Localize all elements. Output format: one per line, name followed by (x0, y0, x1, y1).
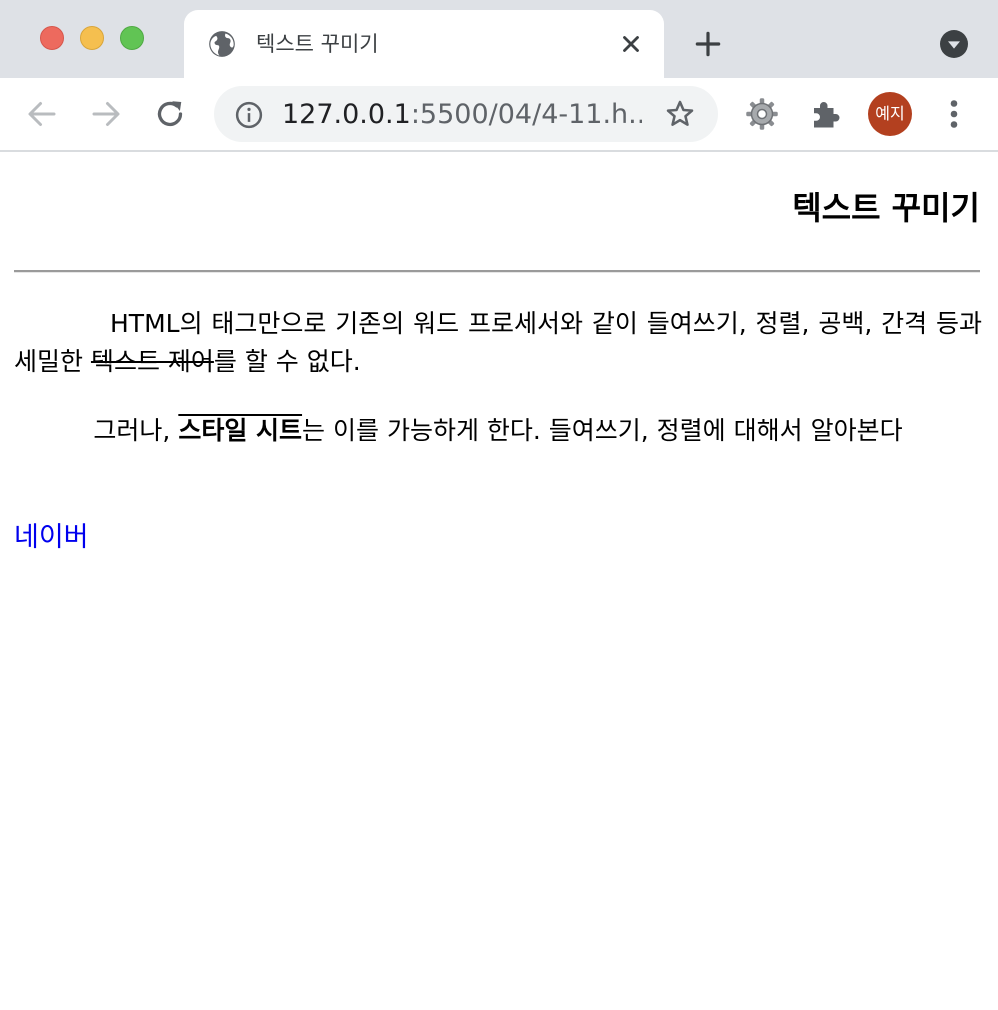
tab-title: 텍스트 꾸미기 (256, 32, 379, 56)
reload-icon[interactable] (152, 96, 188, 132)
star-icon[interactable] (664, 98, 696, 130)
strikethrough-text: 텍스트 제어 (90, 347, 214, 376)
url-path: :5500/04/4-11.h... (410, 100, 642, 130)
page-title: 텍스트 꾸미기 (792, 189, 980, 227)
paragraph-stylesheet-lead: 그러나, (93, 416, 179, 445)
info-icon[interactable] (234, 100, 264, 130)
paragraph-stylesheet-text: 는 이를 가능하게 한다. 들여쓰기, 정렬에 대해서 알아본다 (302, 416, 903, 445)
overline-text: 스타일 시트 (178, 416, 303, 445)
puzzle-icon[interactable] (808, 96, 844, 132)
profile-avatar[interactable]: 예지 (868, 92, 912, 136)
plus-icon[interactable] (692, 28, 724, 60)
tab-active[interactable]: 텍스트 꾸미기 (184, 10, 664, 78)
close-window-button[interactable] (40, 26, 64, 50)
page-content: 텍스트 꾸미기 HTML의 태그만으로 기존의 워드 프로세서와 같이 들여쓰기… (0, 152, 998, 1010)
browser-window: 텍스트 꾸미기 127.0.0.1:5500/04/4-11.h... 예지 텍… (0, 0, 998, 1010)
minimize-window-button[interactable] (80, 26, 104, 50)
toolbar: 127.0.0.1:5500/04/4-11.h... 예지 (0, 78, 998, 152)
tab-strip: 텍스트 꾸미기 (0, 0, 998, 78)
naver-link[interactable]: 네이버 (14, 519, 89, 557)
paragraph-intro: HTML의 태그만으로 기존의 워드 프로세서와 같이 들여쓰기, 정렬, 공백… (14, 305, 982, 381)
url-text[interactable]: 127.0.0.1:5500/04/4-11.h... (282, 100, 642, 130)
maximize-window-button[interactable] (120, 26, 144, 50)
globe-icon (209, 31, 235, 57)
more-vertical-icon[interactable] (936, 96, 972, 132)
address-bar[interactable]: 127.0.0.1:5500/04/4-11.h... (214, 86, 718, 142)
paragraph-intro-tail: 를 할 수 없다. (213, 347, 361, 376)
horizontal-rule (14, 270, 980, 273)
arrow-left-icon[interactable] (24, 96, 60, 132)
paragraph-stylesheet: 그러나, 스타일 시트는 이를 가능하게 한다. 들여쓰기, 정렬에 대해서 알… (14, 413, 982, 449)
url-host: 127.0.0.1 (282, 100, 411, 130)
close-icon[interactable] (618, 31, 644, 57)
arrow-right-icon[interactable] (88, 96, 124, 132)
chevron-down-circle-icon[interactable] (938, 28, 970, 60)
gear-icon[interactable] (744, 96, 780, 132)
